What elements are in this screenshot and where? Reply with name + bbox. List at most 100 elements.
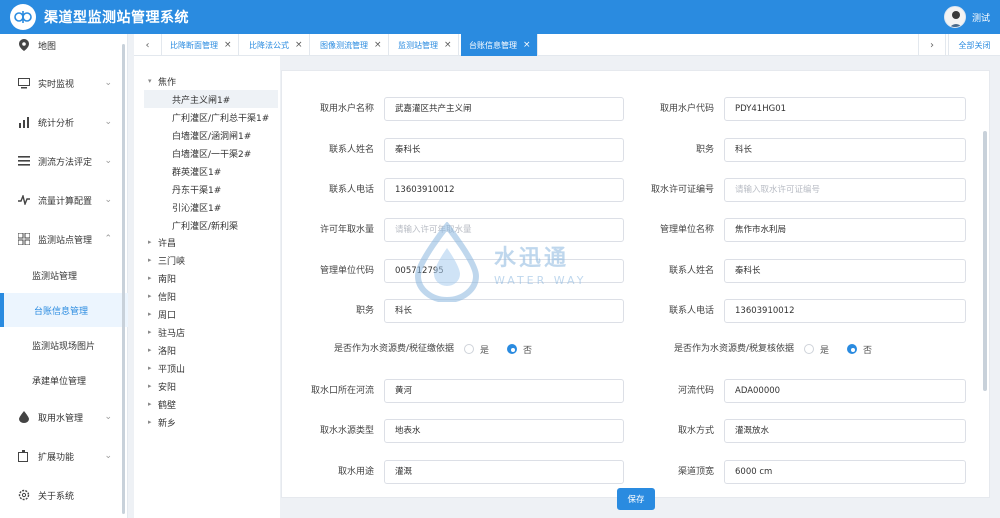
tree-node-city[interactable]: ▸ 平顶山 — [148, 359, 185, 377]
tree-node-child[interactable]: 白墙灌区/涵洞闸1# — [172, 126, 251, 144]
sidebar-scrollbar[interactable] — [122, 44, 125, 514]
tree-node-city[interactable]: ▸ 信阳 — [148, 287, 176, 305]
sidebar-subitem-contractor[interactable]: 承建单位管理 — [0, 363, 128, 397]
tree-node-city[interactable]: ▸ 鹤壁 — [148, 395, 176, 413]
sidebar-item-water-use[interactable]: 取用水管理 ⌄ — [0, 400, 128, 434]
method-field[interactable]: 灌溉放水 — [724, 419, 966, 443]
tree-node-city[interactable]: ▸ 三门峡 — [148, 251, 185, 269]
radio-button[interactable] — [804, 344, 814, 354]
radio-button[interactable] — [507, 344, 518, 354]
tab-label: 台账信息管理 — [469, 40, 517, 50]
sidebar-item-map[interactable]: 地图 — [0, 28, 128, 62]
tree-node-child[interactable]: 丹东干渠1# — [172, 180, 221, 198]
contact-phone2-field[interactable]: 13603910012 — [724, 299, 966, 323]
avatar[interactable] — [943, 6, 966, 28]
tab-slope-formula[interactable]: 比降法公式 × — [241, 34, 310, 56]
tree-node-label: 周口 — [158, 310, 177, 321]
channel-width-label: 渠道顶宽 — [677, 467, 714, 477]
tree-node-city[interactable]: ▸ 新乡 — [148, 413, 176, 431]
intake-code-label: 取用水户代码 — [659, 104, 714, 114]
review-basis-yes-option[interactable]: 是 — [804, 343, 829, 356]
tab-section-mgmt[interactable]: 比降断面管理 × — [162, 34, 239, 56]
tree-node-label: 广利灌区/广利总干渠1# — [172, 113, 270, 124]
tree-node-child[interactable]: 广利灌区/广利总干渠1# — [172, 108, 269, 126]
close-all-tabs-button[interactable]: 全部关闭 — [948, 34, 1000, 56]
river-field[interactable]: 黄河 — [384, 379, 624, 403]
sidebar-item-realtime[interactable]: 实时监视 ⌄ — [0, 66, 128, 100]
user-name[interactable]: 测试 — [972, 11, 990, 24]
contact-name2-field[interactable]: 秦科长 — [724, 259, 966, 283]
sidebar-subitem-station[interactable]: 监测站管理 — [0, 258, 128, 292]
purpose-field[interactable]: 灌溉 — [384, 460, 624, 484]
radio-button[interactable] — [847, 344, 858, 354]
intake-name-field[interactable]: 武嘉灌区共产主义闸 — [384, 97, 624, 121]
tab-bar: ‹ 比降断面管理 × 比降法公式 × 图像测流管理 × 监测站管理 × 台账信息管理 × … — [134, 34, 1000, 56]
caret-down-icon: ▾ — [148, 77, 152, 85]
position-field[interactable]: 科长 — [724, 138, 966, 162]
user-menu[interactable]: 测试 — [943, 6, 990, 28]
tree-node-label: 群英灌区1# — [172, 167, 222, 178]
tree-node-city[interactable]: ▸ 许昌 — [148, 233, 176, 251]
tab-station-mgmt[interactable]: 监测站管理 × — [390, 34, 459, 56]
tree-node-city[interactable]: ▸ 安阳 — [148, 377, 176, 395]
sidebar-item-flow-config[interactable]: 流量计算配置 ⌄ — [0, 183, 128, 217]
tree-node-child[interactable]: 白墙灌区/一干渠2# — [172, 144, 251, 162]
save-button[interactable]: 保存 — [617, 488, 655, 510]
tree-node-label: 白墙灌区/一干渠2# — [172, 149, 252, 160]
close-icon[interactable]: × — [523, 40, 531, 50]
radio-label: 是 — [480, 345, 490, 356]
fee-basis-yes-option[interactable]: 是 — [464, 343, 489, 356]
sidebar-subitem-photos[interactable]: 监测站现场图片 — [0, 328, 128, 362]
caret-right-icon: ▸ — [148, 238, 152, 246]
close-icon[interactable]: × — [374, 40, 382, 50]
intake-code-field[interactable]: PDY41HG01 — [724, 97, 966, 121]
tree-node-label: 白墙灌区/涵洞闸1# — [172, 131, 252, 142]
sidebar-subitem-label: 台账信息管理 — [34, 306, 89, 317]
source-type-field[interactable]: 地表水 — [384, 419, 624, 443]
close-icon[interactable]: × — [295, 40, 303, 50]
tree-node-city[interactable]: ▸ 周口 — [148, 305, 176, 323]
close-icon[interactable]: × — [444, 40, 452, 50]
mgmt-code-field[interactable]: 005712795 — [384, 259, 624, 283]
tree-node-child[interactable]: 共产主义闸1# — [144, 90, 278, 108]
tree-node-city[interactable]: ▸ 驻马店 — [148, 323, 185, 341]
radio-label: 否 — [523, 345, 533, 356]
tree-node-city[interactable]: ▸ 南阳 — [148, 269, 176, 287]
sidebar-item-statistics[interactable]: 统计分析 ⌄ — [0, 105, 128, 139]
permit-no-field[interactable]: 请输入取水许可证编号 — [724, 178, 966, 202]
sidebar-item-label: 地图 — [38, 41, 57, 52]
permit-annual-field[interactable]: 请输入许可年取水量 — [384, 218, 624, 242]
sidebar-item-method-eval[interactable]: 测流方法评定 ⌄ — [0, 144, 128, 178]
tab-image-flow[interactable]: 图像测流管理 × — [312, 34, 389, 56]
tree-node-label: 驻马店 — [158, 328, 186, 339]
position2-field[interactable]: 科长 — [384, 299, 624, 323]
form-scrollbar[interactable] — [983, 131, 987, 391]
tree-node-root[interactable]: ▾ 焦作 — [148, 72, 176, 90]
tab-scroll-right-button[interactable]: › — [918, 34, 946, 56]
radio-button[interactable] — [464, 344, 474, 354]
review-basis-no-option[interactable]: 否 — [847, 343, 872, 356]
fee-basis-no-option[interactable]: 否 — [507, 343, 532, 356]
sidebar-item-station-mgmt[interactable]: 监测站点管理 ⌃ — [0, 222, 128, 256]
contact-phone-field[interactable]: 13603910012 — [384, 178, 624, 202]
sidebar-subitem-ledger[interactable]: 台账信息管理 — [0, 293, 128, 327]
tree-node-child[interactable]: 群英灌区1# — [172, 162, 221, 180]
tab-ledger[interactable]: 台账信息管理 × — [461, 34, 538, 56]
tree-node-label: 引沁灌区1# — [172, 203, 222, 214]
tree-node-child[interactable]: 广利灌区/新利渠 — [172, 216, 238, 234]
river-code-field[interactable]: ADA00000 — [724, 379, 966, 403]
tree-node-child[interactable]: 引沁灌区1# — [172, 198, 221, 216]
contact-name-field[interactable]: 秦科长 — [384, 138, 624, 162]
mgmt-unit-field[interactable]: 焦作市水利局 — [724, 218, 966, 242]
caret-right-icon: ▸ — [148, 256, 152, 264]
close-icon[interactable]: × — [224, 40, 232, 50]
sidebar-item-about[interactable]: 关于系统 — [0, 478, 128, 512]
sidebar-subitem-label: 监测站管理 — [32, 271, 78, 282]
tree-node-city[interactable]: ▸ 洛阳 — [148, 341, 176, 359]
tab-scroll-left-button[interactable]: ‹ — [134, 34, 162, 56]
method-label: 取水方式 — [677, 426, 714, 436]
radio-label: 是 — [820, 345, 830, 356]
permit-annual-label: 许可年取水量 — [319, 225, 374, 235]
channel-width-field[interactable]: 6000 cm — [724, 460, 966, 484]
sidebar-item-extensions[interactable]: 扩展功能 ⌄ — [0, 439, 128, 473]
